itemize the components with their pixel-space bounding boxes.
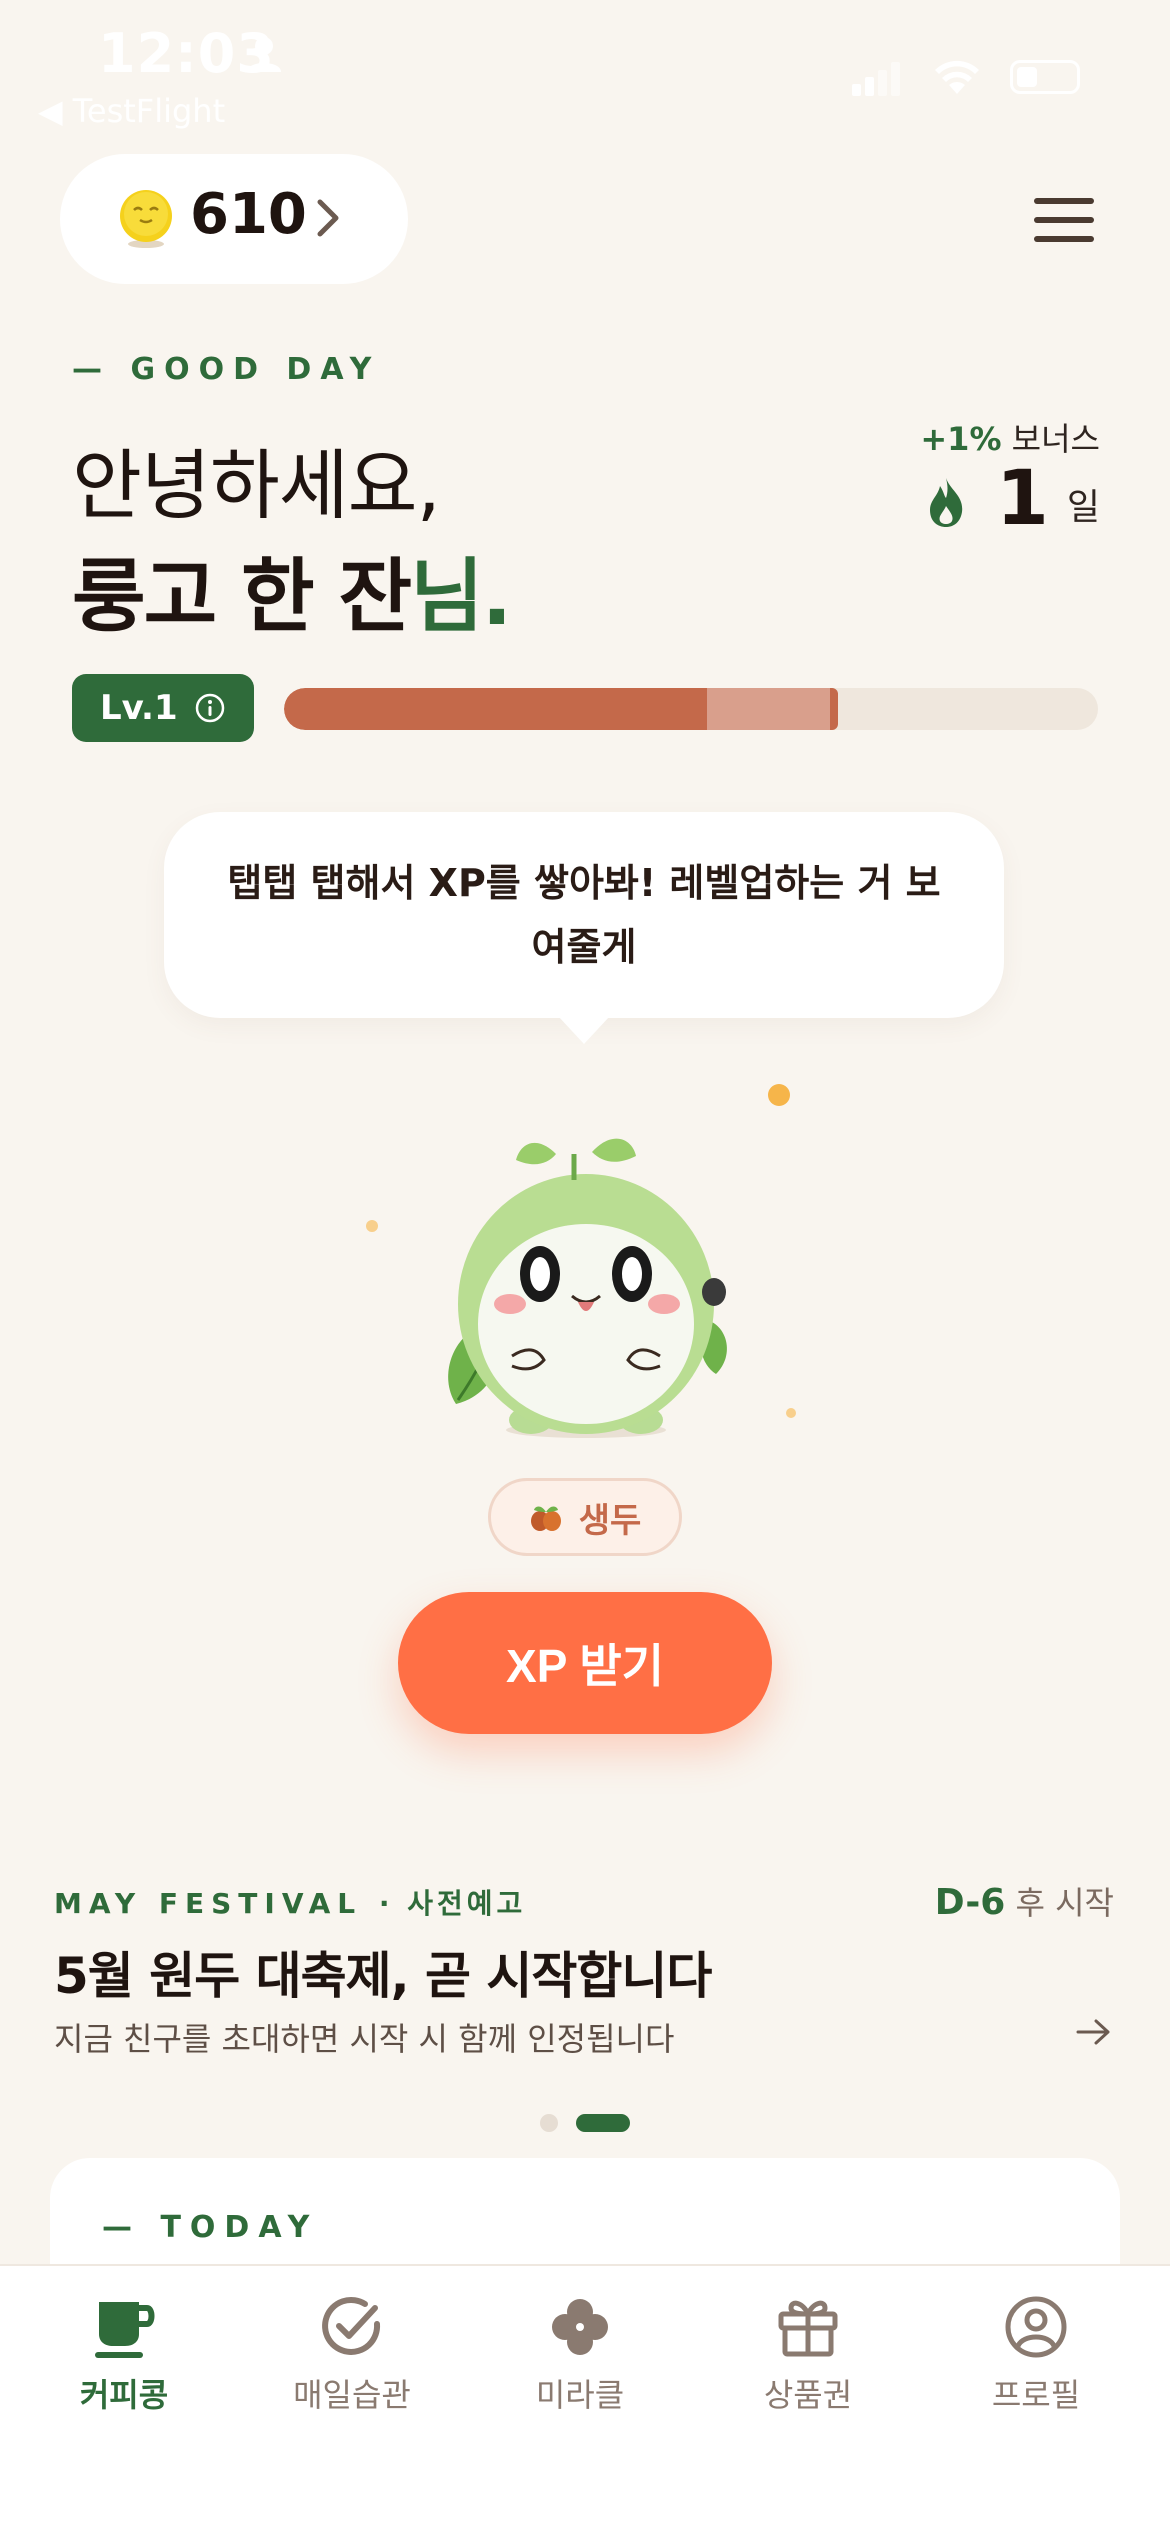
sparkle-decoration [786,1408,796,1418]
tab-label: 상품권 [763,2376,853,2414]
speech-bubble-tail [558,1016,610,1044]
tab-label: 미라클 [535,2376,625,2414]
check-circle-icon [322,2297,381,2355]
level-badge[interactable]: Lv.1 [72,674,254,742]
person-icon [247,37,281,72]
level-label: Lv.1 [100,688,178,728]
bean-mascot-character[interactable] [416,1124,756,1444]
status-bar: 12:03 ◀ TestFlight [0,0,1170,140]
xp-progress-fill [284,688,708,730]
stage-label: 생두 [578,1500,642,1541]
honorific: 님 [410,550,484,643]
speech-text: 탭탭 탭해서 XP를 쌓아봐! 레벨업하는 거 보여줄게 [227,861,941,969]
tab-daily-habit[interactable]: 매일습관 [262,2294,442,2416]
chevron-right-icon [317,199,339,237]
festival-dday-suffix: 후 시작 [1015,1884,1115,1922]
festival-countdown: D-6 후 시작 [935,1878,1114,1924]
wifi-icon [935,60,979,94]
tab-coffee-bean[interactable]: 커피콩 [34,2294,214,2416]
pager-dot[interactable] [540,2114,558,2132]
coin-balance-button[interactable]: 610 [60,154,408,284]
pager-dot-active[interactable] [576,2114,630,2132]
tab-label: 프로필 [991,2376,1081,2414]
tab-miracle[interactable]: 미라클 [490,2294,670,2416]
bonus-percent: +1% [920,420,1002,458]
clover-icon [552,2299,608,2355]
sprout-bean-icon [530,1506,561,1531]
festival-subtitle: 지금 친구를 초대하면 시작 시 함께 인정됩니다 [54,2020,675,2058]
coin-face-icon [120,190,172,248]
user-name-heading: 룽고 한 잔님. [72,532,512,648]
mascot-speech-bubble: 탭탭 탭해서 XP를 쌓아봐! 레벨업하는 거 보여줄게 [164,812,1004,1018]
festival-eyebrow-text: MAY FESTIVAL [54,1887,363,1920]
flame-icon [929,478,963,527]
tab-profile[interactable]: 프로필 [946,2294,1126,2416]
festival-eyebrow: MAY FESTIVAL · 사전예고 [54,1882,526,1922]
streak-unit: 일 [1066,487,1100,528]
battery-icon [1010,60,1080,94]
coin-count: 610 [190,182,307,247]
greeting-eyebrow: — GOOD DAY [72,352,381,387]
coffee-cup-icon [95,2302,155,2358]
stage-tag: 생두 [488,1478,682,1556]
gift-icon [778,2300,838,2357]
tab-label: 커피콩 [79,2376,169,2414]
profile-icon [1005,2296,1067,2358]
greeting-line: 안녕하세요, [72,441,441,530]
testflight-back-link[interactable]: ◀ TestFlight [38,92,225,130]
festival-dday: D-6 [934,1882,1006,1923]
user-name: 룽고 한 잔 [72,550,412,643]
streak-days: 1 [995,453,1049,542]
signal-icon [852,62,900,96]
xp-progress-bar [284,688,1098,730]
sparkle-decoration [366,1220,378,1232]
festival-title: 5월 원두 대축제, 곧 시작합니다 [54,1947,712,2005]
streak-counter: 1 일 [926,460,1100,536]
bottom-tab-bar: 커피콩 매일습관 미라클 상품권 프로필 [0,2264,1170,2532]
today-label: — TODAY [102,2210,319,2245]
tab-gift-card[interactable]: 상품권 [718,2294,898,2416]
info-icon [195,693,225,723]
xp-pending-fill [707,688,838,730]
honorific-period: . [481,550,512,643]
sparkle-decoration [768,1084,790,1106]
arrow-right-icon[interactable] [1076,2018,1112,2046]
tab-label: 매일습관 [293,2376,411,2414]
festival-eyebrow-sub: · 사전예고 [378,1887,527,1920]
get-xp-button[interactable]: XP 받기 [398,1592,772,1734]
hamburger-menu-icon[interactable] [1034,198,1094,242]
